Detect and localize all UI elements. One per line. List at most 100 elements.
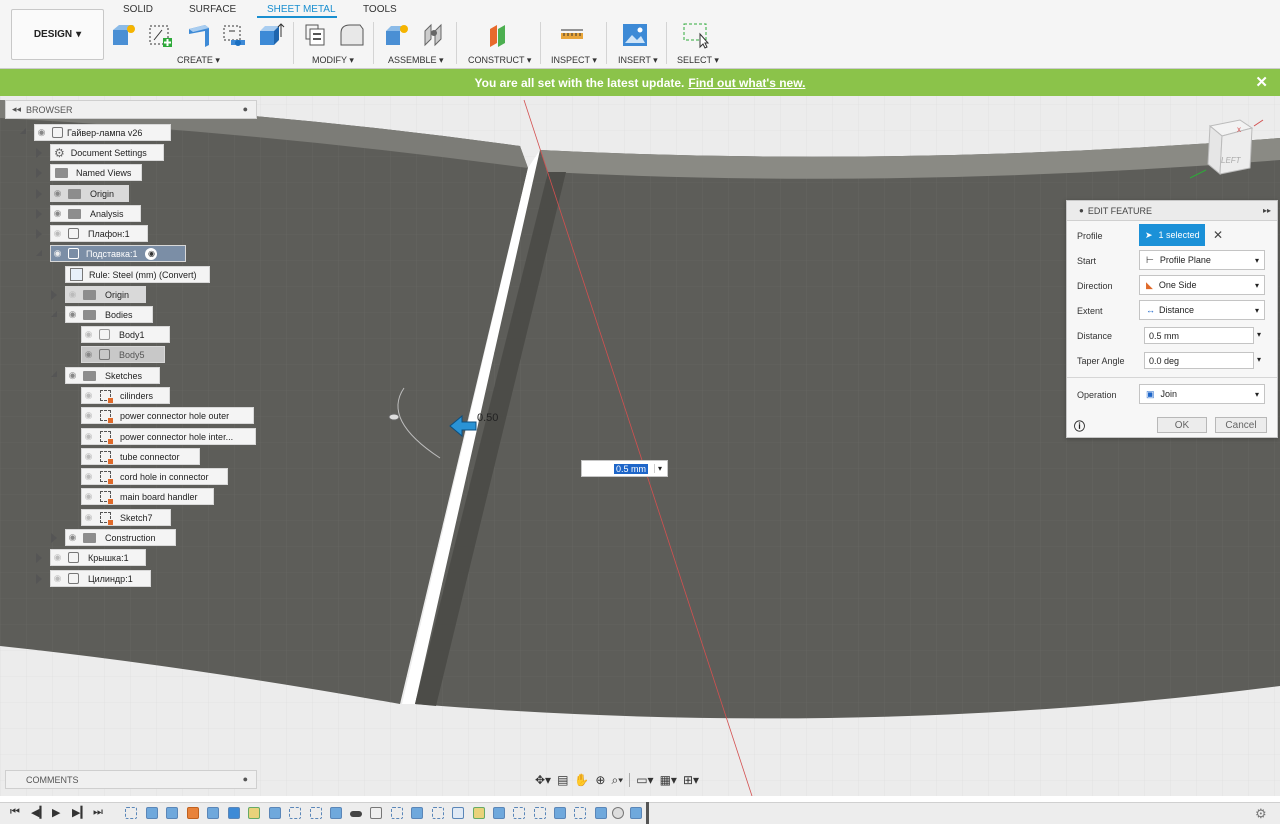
profile-select-button[interactable]: ➤ 1 selected bbox=[1139, 224, 1205, 246]
eye-icon[interactable]: ◉ bbox=[35, 127, 48, 138]
browser-node-origin-sub[interactable]: ◉ Origin bbox=[65, 286, 146, 303]
browser-node-rule[interactable]: Rule: Steel (mm) (Convert) bbox=[65, 266, 210, 283]
chevron-down-icon[interactable]: ▾ bbox=[1257, 330, 1261, 339]
eye-hidden-icon[interactable]: ◉ bbox=[51, 573, 64, 584]
eye-hidden-icon[interactable]: ◉ bbox=[82, 471, 95, 482]
timeline-sketch-icon[interactable] bbox=[125, 807, 137, 819]
timeline-construct-icon[interactable] bbox=[612, 807, 624, 819]
browser-node-sketch-power-outer[interactable]: ◉ power connector hole outer bbox=[81, 407, 254, 424]
expand-toggle[interactable] bbox=[36, 553, 42, 563]
minus-icon[interactable]: ● bbox=[243, 104, 248, 114]
browser-node-plafon[interactable]: ◉ Плафон:1 bbox=[50, 225, 148, 242]
orbit-icon[interactable]: ✥▾ bbox=[535, 773, 551, 787]
tab-sheet-metal[interactable]: SHEET METAL bbox=[267, 4, 336, 15]
chevron-down-icon[interactable]: ▾ bbox=[654, 464, 662, 473]
timeline-sketch-icon[interactable] bbox=[289, 807, 301, 819]
select-group-label[interactable]: SELECT ▾ bbox=[677, 55, 719, 66]
eye-hidden-icon[interactable]: ◉ bbox=[82, 451, 95, 462]
tab-surface[interactable]: SURFACE bbox=[189, 4, 236, 15]
insert-group-label[interactable]: INSERT ▾ bbox=[618, 55, 658, 66]
timeline-pattern-icon[interactable] bbox=[452, 807, 464, 819]
expand-toggle[interactable] bbox=[51, 371, 57, 377]
comments-panel-header[interactable]: COMMENTS ● bbox=[5, 770, 257, 789]
clear-selection-icon[interactable]: ✕ bbox=[1213, 228, 1223, 242]
new-component-icon[interactable] bbox=[110, 21, 138, 49]
eye-hidden-icon[interactable]: ◉ bbox=[66, 289, 79, 300]
fillet-icon[interactable] bbox=[338, 21, 366, 49]
direction-dropdown[interactable]: ◣ One Side ▾ bbox=[1139, 275, 1265, 295]
browser-node-named-views[interactable]: Named Views bbox=[50, 164, 142, 181]
eye-icon[interactable]: ◉ bbox=[82, 349, 95, 360]
eye-hidden-icon[interactable]: ◉ bbox=[82, 390, 95, 401]
eye-icon[interactable]: ◉ bbox=[51, 208, 64, 219]
timeline-extrude-icon[interactable] bbox=[630, 807, 642, 819]
timeline-sketch-icon[interactable] bbox=[534, 807, 546, 819]
insert-image-icon[interactable] bbox=[621, 21, 649, 49]
timeline-joint-icon[interactable] bbox=[350, 811, 362, 817]
timeline-extrude-icon[interactable] bbox=[493, 807, 505, 819]
expand-toggle[interactable] bbox=[36, 250, 42, 256]
go-to-end-icon[interactable]: ⏭ bbox=[93, 806, 103, 819]
grid-settings-icon[interactable]: ▦▾ bbox=[660, 773, 677, 787]
timeline-marker[interactable] bbox=[646, 802, 649, 824]
browser-node-sketch-cord-hole[interactable]: ◉ cord hole in connector bbox=[81, 468, 228, 485]
expand-toggle[interactable] bbox=[20, 128, 26, 134]
whats-new-link[interactable]: Find out what's new. bbox=[688, 76, 805, 90]
browser-node-analysis[interactable]: ◉ Analysis bbox=[50, 205, 141, 222]
browser-node-podstavka[interactable]: ◉ Подставка:1 ◉ bbox=[50, 245, 186, 262]
expand-icon[interactable]: ▸▸ bbox=[1263, 206, 1271, 215]
timeline-extrude-icon[interactable] bbox=[166, 807, 178, 819]
browser-node-body1[interactable]: ◉ Body1 bbox=[81, 326, 170, 343]
collapse-left-icon[interactable]: ◂◂ bbox=[12, 104, 21, 115]
expand-toggle[interactable] bbox=[36, 189, 42, 199]
browser-node-sketch-main-board[interactable]: ◉ main board handler bbox=[81, 488, 214, 505]
gear-icon[interactable]: ⚙ bbox=[1255, 806, 1267, 822]
browser-node-sketch-tube-connector[interactable]: ◉ tube connector bbox=[81, 448, 200, 465]
distance-manipulator-input[interactable]: 0.5 mm ▾ bbox=[581, 460, 668, 477]
flange-icon[interactable] bbox=[185, 21, 213, 49]
expand-toggle[interactable] bbox=[51, 533, 57, 543]
step-back-icon[interactable]: ◀▎ bbox=[31, 806, 48, 819]
browser-panel-header[interactable]: ◂◂ BROWSER ● bbox=[5, 100, 257, 119]
timeline-extrude-icon[interactable] bbox=[411, 807, 423, 819]
timeline-sketch-icon[interactable] bbox=[391, 807, 403, 819]
eye-hidden-icon[interactable]: ◉ bbox=[51, 552, 64, 563]
browser-node-kryshka[interactable]: ◉ Крышка:1 bbox=[50, 549, 146, 566]
activate-radio-icon[interactable]: ◉ bbox=[145, 247, 158, 260]
extent-dropdown[interactable]: ↔ Distance ▾ bbox=[1139, 300, 1265, 320]
look-at-icon[interactable]: ▤ bbox=[557, 773, 568, 787]
browser-node-document-settings[interactable]: ⚙ Document Settings bbox=[50, 144, 164, 161]
eye-hidden-icon[interactable]: ◉ bbox=[82, 512, 95, 523]
zoom-icon[interactable]: ⊕ bbox=[595, 773, 605, 787]
timeline-extrude-icon[interactable] bbox=[146, 807, 158, 819]
fit-icon[interactable]: ⌕▾ bbox=[611, 773, 623, 788]
browser-node-sketch-power-inner[interactable]: ◉ power connector hole inter... bbox=[81, 428, 256, 445]
eye-hidden-icon[interactable]: ◉ bbox=[82, 329, 95, 340]
extrude-icon[interactable] bbox=[257, 21, 285, 49]
timeline-split-icon[interactable] bbox=[248, 807, 260, 819]
manipulator-value[interactable]: 0.5 mm bbox=[614, 463, 649, 474]
expand-toggle[interactable] bbox=[36, 148, 42, 158]
measure-icon[interactable] bbox=[558, 21, 586, 49]
browser-node-cilindr[interactable]: ◉ Цилиндр:1 bbox=[50, 570, 151, 587]
browser-node-sketch7[interactable]: ◉ Sketch7 bbox=[81, 509, 171, 526]
timeline-extrude-icon[interactable] bbox=[269, 807, 281, 819]
eye-hidden-icon[interactable]: ◉ bbox=[82, 431, 95, 442]
timeline-fillet-icon[interactable] bbox=[370, 807, 382, 819]
display-settings-icon[interactable]: ▭▾ bbox=[636, 773, 653, 787]
timeline-extrude-icon[interactable] bbox=[554, 807, 566, 819]
expand-toggle[interactable] bbox=[36, 574, 42, 584]
taper-angle-input[interactable]: 0.0 deg bbox=[1144, 352, 1254, 369]
viewcube[interactable]: x bbox=[1188, 118, 1273, 186]
viewports-icon[interactable]: ⊞▾ bbox=[683, 773, 699, 787]
eye-hidden-icon[interactable]: ◉ bbox=[82, 491, 95, 502]
timeline-combine-icon[interactable] bbox=[228, 807, 240, 819]
step-forward-icon[interactable]: ▶▎ bbox=[72, 806, 89, 819]
select-box-icon[interactable] bbox=[682, 21, 710, 49]
expand-toggle[interactable] bbox=[36, 168, 42, 178]
cancel-button[interactable]: Cancel bbox=[1215, 417, 1267, 433]
tab-tools[interactable]: TOOLS bbox=[363, 4, 397, 15]
flat-pattern-icon[interactable] bbox=[221, 21, 249, 49]
add-comment-icon[interactable]: ● bbox=[243, 774, 248, 784]
eye-icon[interactable]: ◉ bbox=[66, 532, 79, 543]
